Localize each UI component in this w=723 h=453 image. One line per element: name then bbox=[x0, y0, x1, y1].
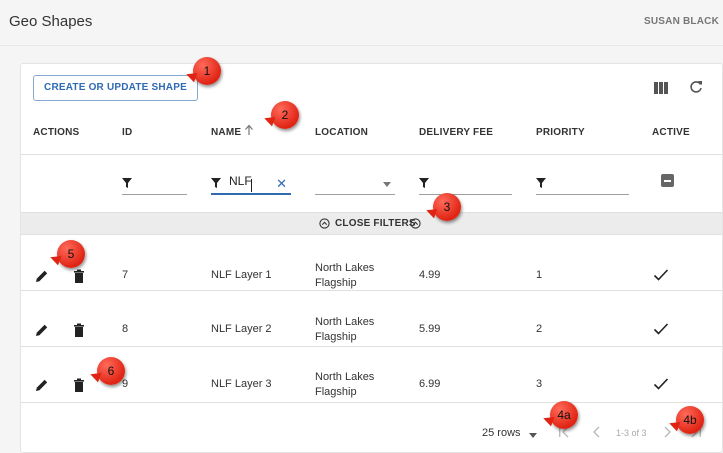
header-divider bbox=[21, 154, 722, 155]
cell-location-line-2: Flagship bbox=[315, 331, 357, 343]
page-range-label: 1-3 of 3 bbox=[616, 428, 647, 438]
sort-ascending-icon[interactable] bbox=[244, 124, 254, 136]
cell-delivery-fee: 4.99 bbox=[419, 269, 441, 281]
col-header-actions: ACTIONS bbox=[33, 127, 80, 138]
filter-icon bbox=[211, 178, 221, 188]
data-grid-card: CREATE OR UPDATE SHAPE ACTIONS ID NAME L… bbox=[20, 63, 723, 453]
location-filter-select[interactable] bbox=[315, 174, 395, 195]
col-header-id[interactable]: ID bbox=[122, 127, 132, 138]
cell-delivery-fee: 5.99 bbox=[419, 323, 441, 335]
edit-pencil-icon[interactable] bbox=[35, 378, 49, 392]
check-icon bbox=[653, 378, 669, 390]
user-name[interactable]: SUSAN BLACK bbox=[644, 16, 719, 27]
cell-location-line-2: Flagship bbox=[315, 386, 357, 398]
text-caret bbox=[251, 179, 252, 192]
col-header-location[interactable]: LOCATION bbox=[315, 127, 368, 138]
table-row[interactable]: 8 NLF Layer 2 North Lakes Flagship 5.99 … bbox=[21, 292, 722, 347]
col-header-delivery-fee[interactable]: DELIVERY FEE bbox=[419, 127, 493, 138]
cell-location-line-1: North Lakes bbox=[315, 316, 375, 328]
close-filters-bar[interactable]: CLOSE FILTERS bbox=[21, 212, 722, 235]
col-header-priority[interactable]: PRIORITY bbox=[536, 127, 585, 138]
check-icon bbox=[653, 269, 669, 281]
delete-trash-icon[interactable] bbox=[73, 323, 85, 337]
rows-per-page-select[interactable]: 25 rows bbox=[482, 427, 521, 439]
delete-trash-icon[interactable] bbox=[73, 269, 85, 283]
cell-location-line-1: North Lakes bbox=[315, 262, 375, 274]
name-filter-input[interactable]: NLF ✕ bbox=[211, 174, 291, 195]
create-update-shape-button[interactable]: CREATE OR UPDATE SHAPE bbox=[33, 75, 198, 101]
filter-icon bbox=[122, 178, 132, 188]
priority-filter-input[interactable] bbox=[536, 174, 629, 195]
cell-location-line-2: Flagship bbox=[315, 277, 357, 289]
callout-badge: 1 bbox=[193, 57, 221, 85]
delete-trash-icon[interactable] bbox=[73, 378, 85, 392]
cell-priority: 3 bbox=[536, 378, 543, 390]
cell-priority: 2 bbox=[536, 323, 543, 335]
close-filters-label: CLOSE FILTERS bbox=[335, 218, 416, 229]
chevron-up-circle-icon bbox=[319, 218, 330, 229]
name-filter-value: NLF bbox=[229, 174, 252, 188]
cell-name: NLF Layer 3 bbox=[211, 378, 272, 390]
filter-icon bbox=[536, 178, 546, 188]
table-row[interactable]: 7 NLF Layer 1 North Lakes Flagship 4.99 … bbox=[21, 236, 722, 291]
active-filter-checkbox[interactable] bbox=[661, 174, 674, 187]
callout-badge: 5 bbox=[57, 240, 85, 268]
chevron-down-icon[interactable] bbox=[529, 433, 537, 438]
callout-badge: 2 bbox=[271, 101, 299, 129]
cell-location-line-1: North Lakes bbox=[315, 371, 375, 383]
table-row[interactable]: 9 NLF Layer 3 North Lakes Flagship 6.99 … bbox=[21, 348, 722, 403]
callout-badge: 4b bbox=[676, 406, 704, 434]
app-title: Geo Shapes bbox=[9, 13, 93, 30]
check-icon bbox=[653, 323, 669, 335]
chevron-up-circle-icon bbox=[410, 218, 421, 229]
cell-id: 7 bbox=[122, 269, 129, 281]
top-bar: Geo Shapes SUSAN BLACK bbox=[0, 0, 723, 46]
cell-name: NLF Layer 1 bbox=[211, 269, 272, 281]
callout-badge: 6 bbox=[97, 357, 125, 385]
col-header-name[interactable]: NAME bbox=[211, 127, 241, 138]
edit-pencil-icon[interactable] bbox=[35, 269, 49, 283]
cell-id: 8 bbox=[122, 323, 129, 335]
edit-pencil-icon[interactable] bbox=[35, 323, 49, 337]
delivery-fee-filter-input[interactable] bbox=[419, 174, 512, 195]
id-filter-input[interactable] bbox=[122, 174, 187, 195]
cell-id: 9 bbox=[122, 378, 129, 390]
cell-priority: 1 bbox=[536, 269, 543, 281]
cell-delivery-fee: 6.99 bbox=[419, 378, 441, 390]
clear-filter-icon[interactable]: ✕ bbox=[276, 176, 287, 192]
cell-name: NLF Layer 2 bbox=[211, 323, 272, 335]
callout-badge: 4a bbox=[550, 401, 578, 429]
columns-icon[interactable] bbox=[654, 82, 668, 94]
pagination-bar: 25 rows 1-3 of 3 bbox=[21, 414, 722, 452]
refresh-icon[interactable] bbox=[689, 80, 703, 94]
filter-icon bbox=[419, 178, 429, 188]
callout-badge: 3 bbox=[433, 193, 461, 221]
previous-page-icon[interactable] bbox=[591, 425, 603, 439]
chevron-down-icon bbox=[383, 182, 391, 187]
col-header-active[interactable]: ACTIVE bbox=[652, 127, 690, 138]
